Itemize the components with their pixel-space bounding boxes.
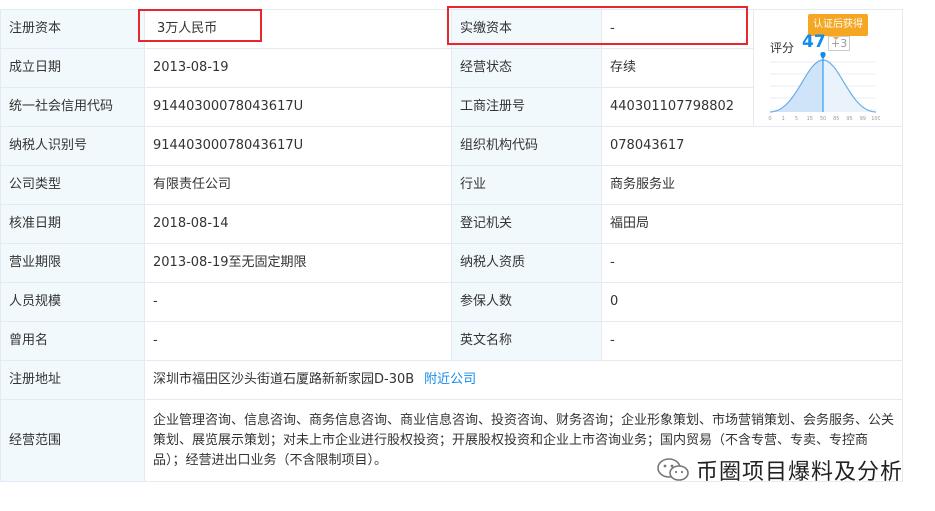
staff-size-label: 人员规模 bbox=[0, 282, 145, 322]
former-name-label: 曾用名 bbox=[0, 321, 145, 361]
wechat-icon bbox=[657, 458, 689, 481]
business-scope-label: 经营范围 bbox=[0, 399, 145, 482]
org-code-label: 组织机构代码 bbox=[451, 126, 602, 166]
business-term-value: 2013-08-19至无固定期限 bbox=[144, 243, 452, 283]
address-label: 注册地址 bbox=[0, 360, 145, 400]
establish-date-value: 2013-08-19 bbox=[144, 48, 452, 88]
highlight-registered-capital bbox=[138, 9, 262, 42]
score-delta: +3 bbox=[828, 36, 851, 51]
taxpayer-id-value: 91440300078043617U bbox=[144, 126, 452, 166]
taxpayer-id-label: 纳税人识别号 bbox=[0, 126, 145, 166]
registry-authority-value: 福田局 bbox=[601, 204, 903, 244]
address-value: 深圳市福田区沙头街道石厦路新新家园D-30B bbox=[153, 372, 415, 387]
company-type-label: 公司类型 bbox=[0, 165, 145, 205]
score-tick-label: 50 bbox=[820, 116, 826, 122]
reg-number-label: 工商注册号 bbox=[451, 87, 602, 127]
score-tick-label: 1 bbox=[782, 116, 785, 122]
business-term-label: 营业期限 bbox=[0, 243, 145, 283]
approval-date-value: 2018-08-14 bbox=[144, 204, 452, 244]
score-panel: 认证后获得 评分 47 +3 0 1 5 15 50 85 95 99 100 bbox=[753, 9, 903, 127]
highlight-paid-in-capital bbox=[447, 6, 748, 45]
registered-capital-label: 注册资本 bbox=[0, 9, 145, 49]
score-tick-label: 85 bbox=[833, 116, 839, 122]
nearby-companies-link[interactable]: 附近公司 bbox=[424, 372, 476, 387]
org-code-value: 078043617 bbox=[601, 126, 903, 166]
english-name-label: 英文名称 bbox=[451, 321, 602, 361]
industry-label: 行业 bbox=[451, 165, 602, 205]
business-status-value: 存续 bbox=[601, 48, 754, 88]
watermark: 币圈项目爆料及分析 bbox=[656, 454, 903, 486]
establish-date-label: 成立日期 bbox=[0, 48, 145, 88]
table-row: 公司类型 有限责任公司 行业 商务服务业 bbox=[0, 165, 903, 205]
business-status-label: 经营状态 bbox=[451, 48, 602, 88]
score-marker-icon bbox=[820, 52, 826, 59]
score-value: 47 bbox=[802, 32, 826, 52]
table-row: 纳税人识别号 91440300078043617U 组织机构代码 0780436… bbox=[0, 126, 903, 166]
english-name-value: - bbox=[601, 321, 903, 361]
table-row: 注册地址 深圳市福田区沙头街道石厦路新新家园D-30B 附近公司 bbox=[0, 360, 903, 400]
credit-code-label: 统一社会信用代码 bbox=[0, 87, 145, 127]
watermark-text: 币圈项目爆料及分析 bbox=[696, 460, 904, 485]
credit-code-value: 91440300078043617U bbox=[144, 87, 452, 127]
registry-authority-label: 登记机关 bbox=[451, 204, 602, 244]
company-info-table: 注册资本 3万人民币 实缴资本 - 认证后获得 评分 47 +3 0 1 5 1… bbox=[0, 9, 903, 482]
insured-count-label: 参保人数 bbox=[451, 282, 602, 322]
score-tick-label: 100 bbox=[871, 116, 880, 122]
industry-value: 商务服务业 bbox=[601, 165, 903, 205]
address-cell: 深圳市福田区沙头街道石厦路新新家园D-30B 附近公司 bbox=[144, 360, 903, 400]
score-tick-label: 15 bbox=[807, 116, 813, 122]
insured-count-value: 0 bbox=[601, 282, 903, 322]
company-type-value: 有限责任公司 bbox=[144, 165, 452, 205]
table-row: 营业期限 2013-08-19至无固定期限 纳税人资质 - bbox=[0, 243, 903, 283]
table-row: 人员规模 - 参保人数 0 bbox=[0, 282, 903, 322]
table-row: 曾用名 - 英文名称 - bbox=[0, 321, 903, 361]
former-name-value: - bbox=[144, 321, 452, 361]
taxpayer-qualification-label: 纳税人资质 bbox=[451, 243, 602, 283]
reg-number-value: 440301107798802 bbox=[601, 87, 754, 127]
staff-size-value: - bbox=[144, 282, 452, 322]
score-tick-label: 5 bbox=[795, 116, 798, 122]
approval-date-label: 核准日期 bbox=[0, 204, 145, 244]
table-row: 核准日期 2018-08-14 登记机关 福田局 bbox=[0, 204, 903, 244]
score-tick-label: 99 bbox=[860, 116, 866, 122]
score-tick-label: 95 bbox=[846, 116, 852, 122]
score-distribution-curve: 0 1 5 15 50 85 95 99 100 bbox=[768, 52, 880, 122]
score-tick-label: 0 bbox=[768, 116, 771, 122]
taxpayer-qualification-value: - bbox=[601, 243, 903, 283]
